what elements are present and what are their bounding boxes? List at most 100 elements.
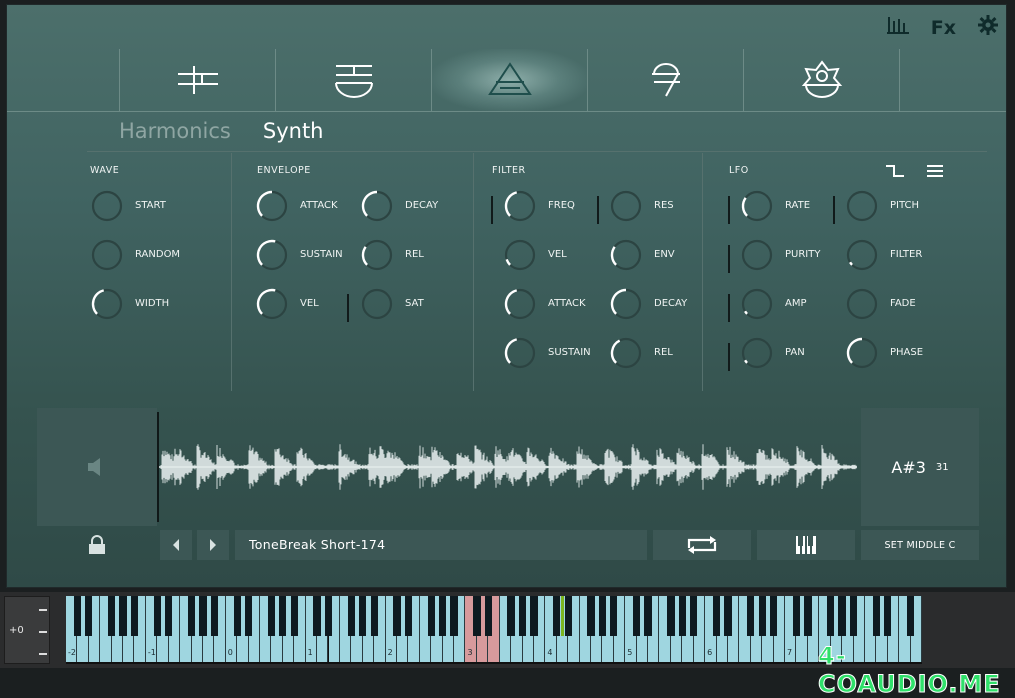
waveform-display[interactable] [157,408,859,526]
keyboard-mode-button[interactable] [757,530,855,560]
black-key[interactable] [769,596,778,636]
black-key[interactable] [427,596,435,636]
black-key[interactable] [667,596,675,636]
mixer-icon[interactable] [886,15,909,41]
subtab-synth[interactable]: Synth [263,119,324,143]
black-key[interactable] [473,596,481,636]
tab-3[interactable] [432,49,587,111]
tab-1[interactable] [120,49,275,111]
black-key[interactable] [119,596,127,636]
filter-knob-env[interactable] [610,239,642,271]
black-key[interactable] [130,596,139,636]
black-key[interactable] [587,596,595,636]
black-key[interactable] [507,596,515,636]
black-key[interactable] [279,596,287,636]
lfo-knob-filter[interactable] [846,239,878,271]
black-key[interactable] [233,596,241,636]
octave-down-button[interactable] [39,631,47,633]
envelope-knob-vel[interactable] [256,288,288,320]
black-key[interactable] [906,596,915,636]
black-key[interactable] [690,596,698,636]
black-key[interactable] [884,596,892,636]
black-key[interactable] [792,596,801,636]
black-key[interactable] [210,596,219,636]
black-key[interactable] [553,596,561,636]
black-key[interactable] [872,596,880,636]
tab-5[interactable] [744,49,899,111]
lfo-knob-pitch[interactable] [846,190,878,222]
black-key[interactable] [85,596,93,636]
black-key[interactable] [244,596,253,636]
black-key[interactable] [484,596,492,636]
black-key[interactable] [827,596,835,636]
black-key[interactable] [747,596,755,636]
menu-icon[interactable] [927,163,943,182]
black-key[interactable] [153,596,161,636]
black-key[interactable] [370,596,378,636]
filter-knob-rel[interactable] [610,337,642,369]
fx-icon[interactable]: Fx [931,16,956,40]
octave-reset-button[interactable] [39,653,47,655]
lfo-knob-phase[interactable] [846,337,878,369]
black-key[interactable] [73,596,82,636]
lock-button[interactable] [37,530,157,560]
black-key[interactable] [187,596,196,636]
tab-4[interactable] [588,49,743,111]
black-key[interactable] [290,596,298,636]
black-key[interactable] [633,596,641,636]
black-key[interactable] [644,596,652,636]
loop-button[interactable] [653,530,751,560]
black-key[interactable] [324,596,333,636]
black-key[interactable] [165,596,173,636]
sample-name-field[interactable]: ToneBreak Short-174 [235,530,647,560]
speaker-icon[interactable] [85,456,107,478]
black-key[interactable] [359,596,367,636]
octave-up-button[interactable] [39,609,47,611]
gear-icon[interactable] [978,15,998,41]
lfo-knob-amp[interactable] [741,288,773,320]
black-key[interactable] [404,596,413,636]
lfo-knob-rate[interactable] [741,190,773,222]
filter-knob-res[interactable] [610,190,642,222]
set-middle-c-button[interactable]: SET MIDDLE C [861,530,979,560]
lfo-knob-fade[interactable] [846,288,878,320]
prev-sample-button[interactable] [160,530,192,560]
envelope-knob-decay[interactable] [361,190,393,222]
envelope-knob-sustain[interactable] [256,239,288,271]
wave-knob-width[interactable] [91,288,123,320]
filter-knob-sustain[interactable] [504,337,536,369]
black-key[interactable] [598,596,607,636]
black-key[interactable] [849,596,858,636]
filter-knob-decay[interactable] [610,288,642,320]
envelope-knob-sat[interactable] [361,288,393,320]
black-key[interactable] [530,596,538,636]
tab-2[interactable] [276,49,431,111]
black-key[interactable] [199,596,207,636]
lfo-knob-purity[interactable] [741,239,773,271]
black-key[interactable] [108,596,116,636]
black-key[interactable] [518,596,527,636]
square-wave-icon[interactable] [885,163,905,182]
filter-knob-attack[interactable] [504,288,536,320]
filter-knob-vel[interactable] [504,239,536,271]
black-key[interactable] [610,596,618,636]
black-key[interactable] [393,596,401,636]
black-key[interactable] [313,596,321,636]
black-key[interactable] [758,596,766,636]
lfo-knob-pan[interactable] [741,337,773,369]
wave-knob-random[interactable] [91,239,123,271]
black-key[interactable] [564,596,572,636]
black-key[interactable] [712,596,721,636]
filter-knob-freq[interactable] [504,190,536,222]
black-key[interactable] [804,596,812,636]
black-key[interactable] [347,596,355,636]
subtab-harmonics[interactable]: Harmonics [119,119,231,143]
black-key[interactable] [450,596,458,636]
wave-knob-start[interactable] [91,190,123,222]
next-sample-button[interactable] [197,530,229,560]
black-key[interactable] [838,596,846,636]
black-key[interactable] [724,596,732,636]
black-key[interactable] [267,596,276,636]
black-key[interactable] [438,596,447,636]
black-key[interactable] [678,596,686,636]
